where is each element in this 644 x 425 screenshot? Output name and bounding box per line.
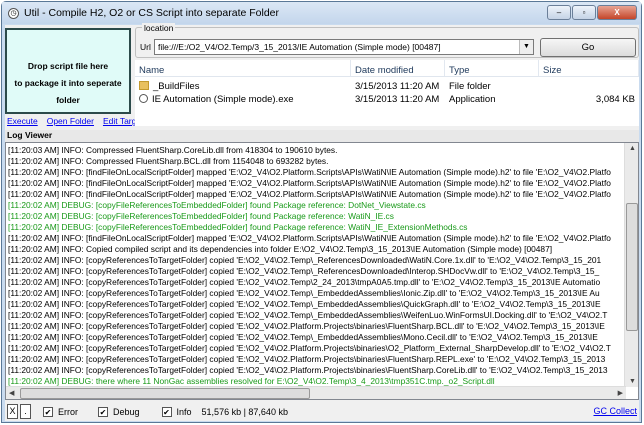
scroll-down-icon[interactable]: ▼ [629,378,636,385]
log-line: [11:20:02 AM] INFO: [findFileOnLocalScri… [8,167,611,177]
info-label: Info [176,406,192,417]
log-line: [11:20:02 AM] INFO: [copyReferencesToTar… [8,310,608,320]
file-name: IE Automation (Simple mode).exe [152,94,294,105]
scroll-left-icon[interactable]: ◀ [9,389,14,397]
gc-collect-link[interactable]: GC Collect [593,406,637,416]
url-label: Url [140,42,151,52]
log-line: [11:20:02 AM] INFO: [copyReferencesToTar… [8,343,611,353]
log-line: [11:20:02 AM] INFO: [findFileOnLocalScri… [8,233,611,243]
log-line: [11:20:02 AM] INFO: [copyReferencesToTar… [8,365,608,375]
window-title: Util - Compile H2, O2 or CS Script into … [24,7,280,19]
log-line: [11:20:02 AM] DEBUG: [copyFileReferences… [8,200,426,210]
app-window: ◷ Util - Compile H2, O2 or CS Script int… [1,1,642,423]
minimize-button[interactable]: – [547,5,571,20]
checkmark-icon: ✔ [161,406,172,417]
bottom-bar: X . ✔ Error ✔ Debug ✔ Info 51,576 kb | 87,6… [5,402,639,421]
exe-icon [139,94,148,103]
file-name: _BuildFiles [153,81,200,92]
error-checkbox[interactable]: ✔ Error [43,406,78,417]
file-size: 3,084 KB [595,94,635,105]
log-line: [11:20:02 AM] INFO: Copied compiled scri… [8,244,553,254]
vertical-scroll-thumb[interactable] [626,203,638,331]
log-line: [11:20:02 AM] INFO: [copyReferencesToTar… [8,266,600,276]
url-value: file:///E:/O2_V4/O2.Temp/3_15_2013/IE Au… [158,42,441,52]
column-name[interactable]: Name [135,60,351,76]
log-line: [11:20:02 AM] INFO: [copyReferencesToTar… [8,255,602,265]
file-type: Application [449,94,496,105]
debug-label: Debug [113,406,140,417]
execute-link[interactable]: Execute [7,116,38,126]
memory-usage: 51,576 kb | 87,640 kb [201,406,288,417]
file-type: File folder [449,81,491,92]
file-row[interactable]: _BuildFiles 3/15/2013 11:20 AM File fold… [135,80,639,93]
chevron-down-icon[interactable]: ▼ [519,40,533,54]
log-line: [11:20:02 AM] INFO: [findFileOnLocalScri… [8,178,611,188]
drop-zone[interactable]: Drop script file here to package it into… [5,28,131,114]
app-icon: ◷ [8,7,19,19]
checkmark-icon: ✔ [98,406,108,417]
title-bar: ◷ Util - Compile H2, O2 or CS Script int… [2,2,641,24]
log-line: [11:20:02 AM] INFO: Compressed FluentSha… [8,156,329,166]
scroll-right-icon[interactable]: ▶ [618,389,623,397]
log-line: [11:20:02 AM] INFO: [copyReferencesToTar… [8,321,605,331]
clear-log-button[interactable]: X [7,404,18,419]
log-line: [11:20:02 AM] INFO: [findFileOnLocalScri… [8,189,611,199]
file-date: 3/15/2013 11:20 AM [355,81,440,92]
log-viewer-header: Log Viewer [5,130,639,142]
log-line: [11:20:02 AM] DEBUG: [copyFileReferences… [8,222,468,232]
column-date[interactable]: Date modified [351,60,445,76]
checkmark-icon: ✔ [43,406,53,417]
go-button[interactable]: Go [540,38,636,57]
url-input[interactable]: file:///E:/O2_V4/O2.Temp/3_15_2013/IE Au… [154,39,534,55]
drop-line-2: to package it into seperate folder [14,78,122,105]
location-group: location Url file:///E:/O2_V4/O2.Temp/3_… [135,23,639,58]
horizontal-scroll-thumb[interactable] [20,388,310,399]
column-type[interactable]: Type [445,60,539,76]
error-label: Error [58,406,78,417]
info-checkbox[interactable]: ✔ Info [161,406,192,417]
log-line: [11:20:03 AM] INFO: Compressed FluentSha… [8,145,338,155]
log-line: [11:20:02 AM] INFO: [copyReferencesToTar… [8,354,606,364]
file-list: Name Date modified Type Size _BuildFiles… [135,60,639,126]
log-line: [11:20:02 AM] INFO: [copyReferencesToTar… [8,277,601,287]
column-size[interactable]: Size [539,60,639,76]
close-button[interactable]: X [597,5,637,20]
log-line: [11:20:02 AM] INFO: [copyReferencesToTar… [8,299,601,309]
horizontal-scrollbar[interactable]: ◀ ▶ [6,386,626,399]
log-viewer: [11:20:03 AM] INFO: Compressed FluentSha… [5,142,639,400]
debug-checkbox[interactable]: ✔ Debug [98,406,140,417]
location-label: location [142,23,176,33]
log-lines: [11:20:03 AM] INFO: Compressed FluentSha… [8,145,624,398]
client-area: Drop script file here to package it into… [5,23,639,421]
folder-icon [139,81,149,90]
file-date: 3/15/2013 11:20 AM [355,94,440,105]
log-line: [11:20:02 AM] INFO: [copyReferencesToTar… [8,332,598,342]
log-line: [11:20:02 AM] DEBUG: [copyFileReferences… [8,211,394,221]
dot-button[interactable]: . [20,404,31,419]
file-row[interactable]: IE Automation (Simple mode).exe 3/15/201… [135,93,639,106]
vertical-scrollbar[interactable]: ▲ ▼ [624,143,638,387]
scroll-up-icon[interactable]: ▲ [629,145,636,152]
log-line: [11:20:02 AM] INFO: [copyReferencesToTar… [8,288,600,298]
drop-line-1: Drop script file here [27,61,109,71]
maximize-button[interactable]: ▫ [572,5,596,20]
open-folder-link[interactable]: Open Folder [47,116,94,126]
